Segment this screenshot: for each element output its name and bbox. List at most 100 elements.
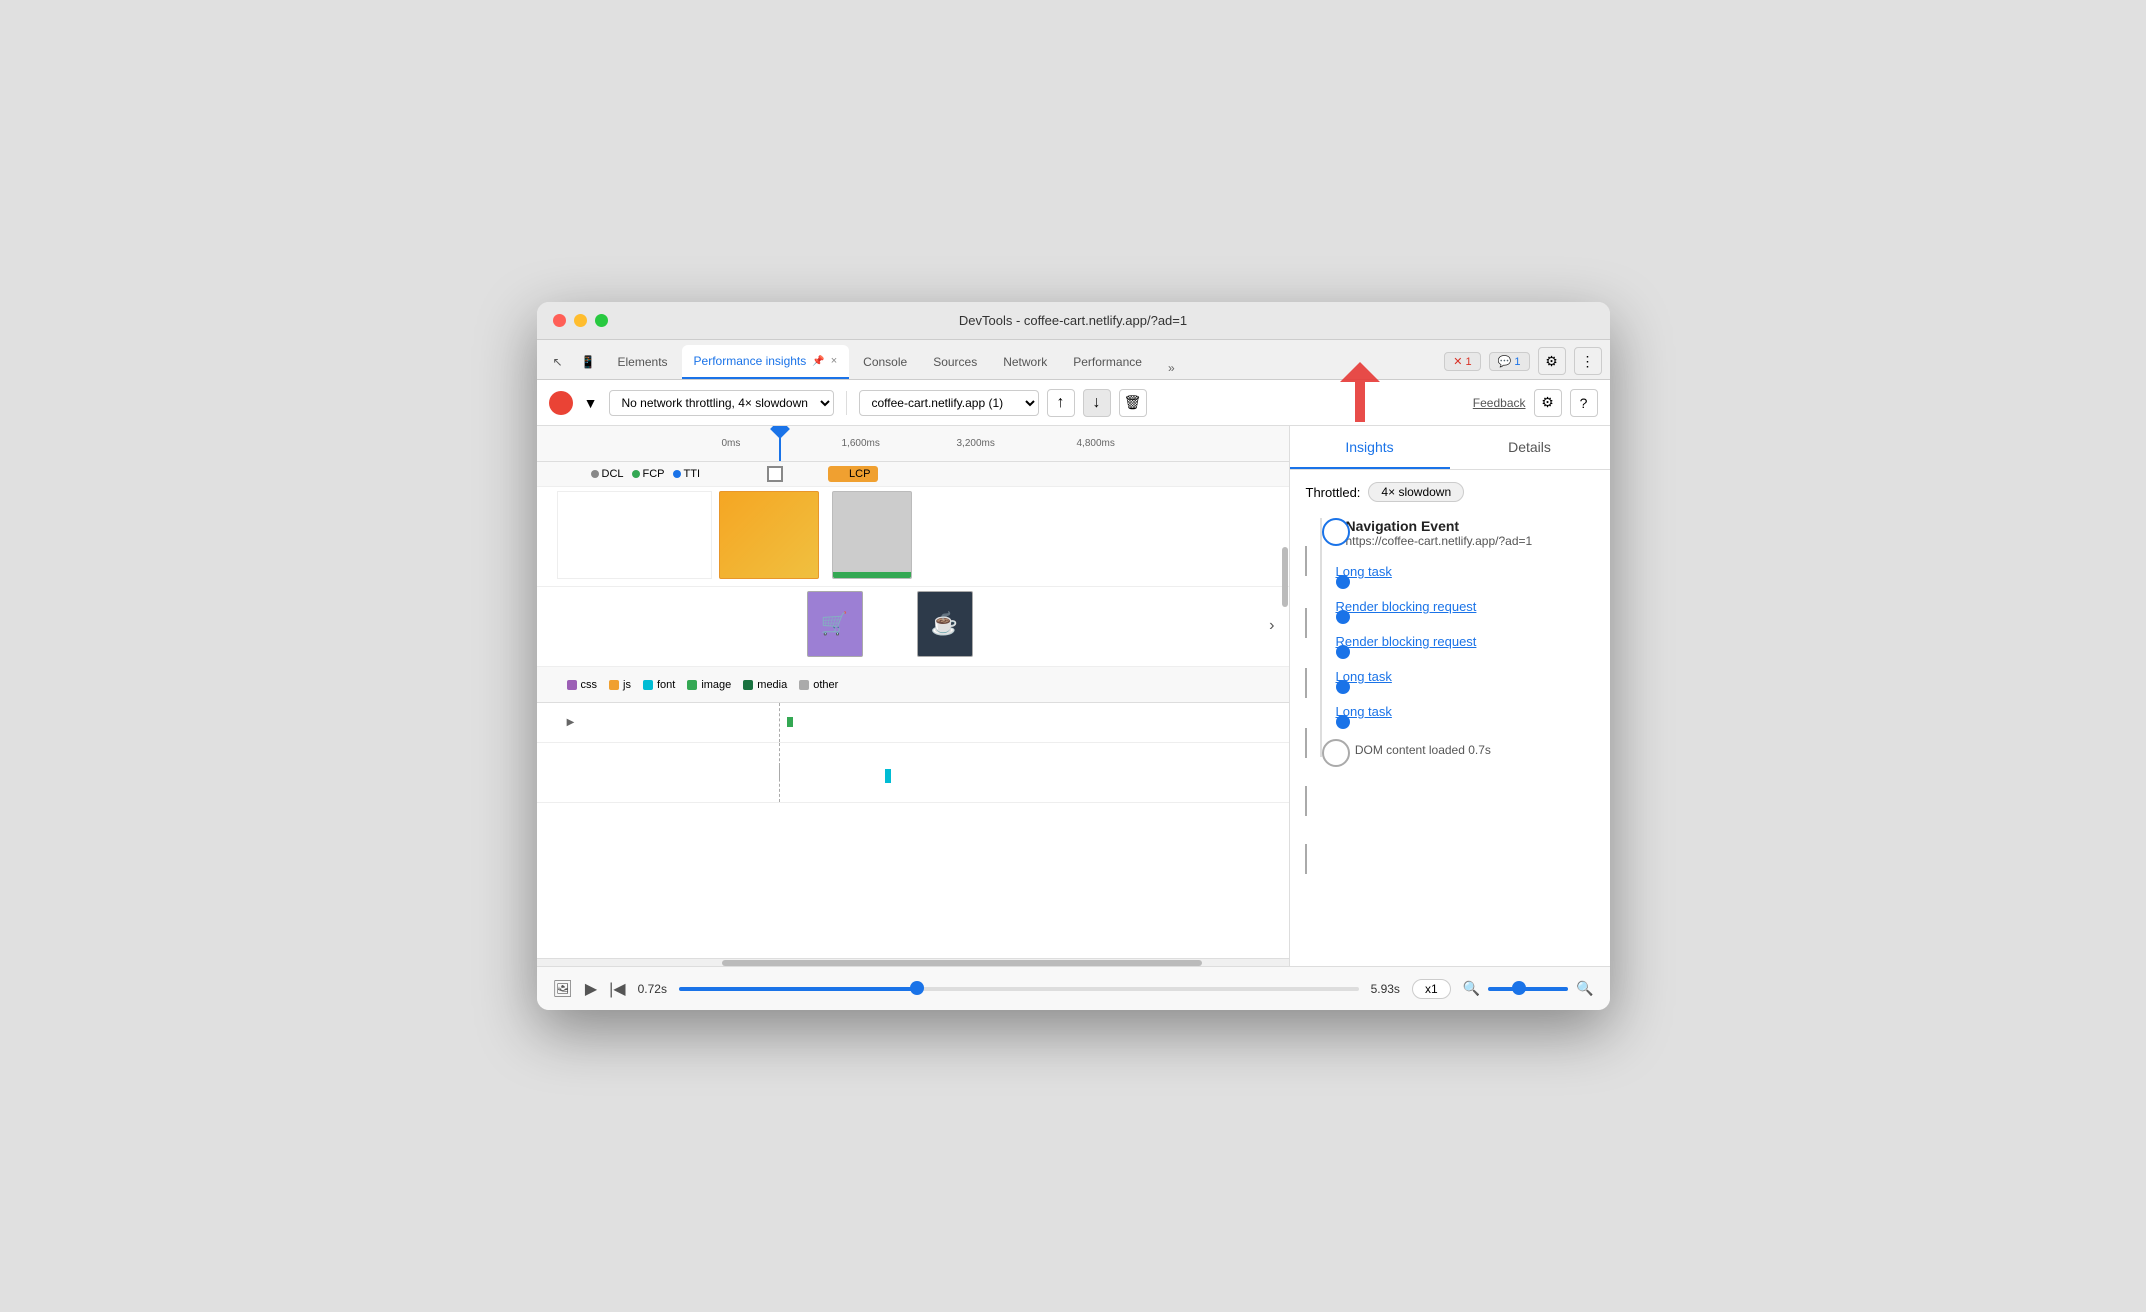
error-badge[interactable]: ✕ 1: [1444, 352, 1480, 371]
step-back-icon[interactable]: |◀: [609, 979, 625, 999]
tab-elements[interactable]: Elements: [606, 345, 680, 379]
timeline-row-main: [537, 487, 1289, 587]
more-options-button[interactable]: ⋮: [1574, 347, 1602, 375]
zoom-slider-thumb[interactable]: [1512, 981, 1526, 995]
minimize-button[interactable]: [574, 314, 587, 327]
throttle-dropdown[interactable]: No network throttling, 4× slowdown: [609, 390, 834, 416]
throttle-label: Throttled:: [1306, 485, 1361, 500]
image-dot: [687, 680, 697, 690]
maximize-button[interactable]: [595, 314, 608, 327]
markers-row: DCL FCP TTI LCP: [537, 462, 1289, 487]
green-stripe: [833, 572, 911, 578]
timeline-scrollbar[interactable]: [537, 958, 1289, 966]
media-label: media: [757, 679, 787, 691]
lcp-label: LCP: [849, 468, 870, 480]
playback-slider[interactable]: [679, 987, 1359, 991]
tab-performance-insights-label: Performance insights: [694, 354, 807, 368]
render-blocking-2-link[interactable]: Render blocking request: [1336, 634, 1477, 649]
screenshot-toggle-icon[interactable]: 🖼: [553, 979, 573, 999]
tab-performance-insights[interactable]: Performance insights 📌 ×: [682, 345, 850, 379]
legend-row: css js font image media: [537, 667, 1289, 703]
bottom-toolbar: 🖼 ▶ |◀ 0.72s 5.93s x1 🔍 🔍: [537, 966, 1610, 1010]
fcp-marker: FCP: [632, 468, 665, 480]
navigation-event: Navigation Event https://coffee-cart.net…: [1336, 518, 1594, 548]
long-task-3-dot: [1336, 715, 1350, 729]
slider-thumb[interactable]: [910, 981, 924, 995]
record-button[interactable]: [549, 391, 573, 415]
net-row-2: [537, 743, 1289, 803]
tab-insights[interactable]: Insights: [1290, 426, 1450, 469]
url-selector[interactable]: coffee-cart.netlify.app (1): [859, 390, 1039, 416]
help-button[interactable]: ?: [1570, 389, 1598, 417]
ruler-1600ms: 1,600ms: [842, 438, 880, 449]
upload-button[interactable]: ↑: [1047, 389, 1075, 417]
render-blocking-1-link[interactable]: Render blocking request: [1336, 599, 1477, 614]
time-start: 0.72s: [638, 982, 667, 996]
message-badge[interactable]: 💬 1: [1489, 352, 1530, 371]
timeline-chevron-right[interactable]: ›: [1269, 617, 1274, 635]
settings-icon-button[interactable]: ⚙: [1538, 347, 1566, 375]
zoom-out-icon[interactable]: 🔍: [1463, 980, 1480, 997]
tab-sources[interactable]: Sources: [921, 345, 989, 379]
zoom-slider[interactable]: [1488, 987, 1568, 991]
tti-marker: TTI: [673, 468, 701, 480]
tab-device-icon[interactable]: 📱: [573, 345, 604, 379]
timeline-needle[interactable]: [779, 426, 781, 461]
other-dot: [799, 680, 809, 690]
settings-gear-button[interactable]: ⚙: [1534, 389, 1562, 417]
connector-6: [1305, 844, 1307, 874]
tab-more-button[interactable]: »: [1160, 357, 1183, 379]
throttle-badge: 4× slowdown: [1368, 482, 1464, 502]
red-arrow-annotation: [1300, 362, 1380, 427]
feedback-link[interactable]: Feedback: [1473, 396, 1526, 410]
error-count: ✕ 1: [1453, 355, 1471, 368]
tab-network-label: Network: [1003, 355, 1047, 369]
delete-button[interactable]: 🗑: [1119, 389, 1147, 417]
tab-sources-label: Sources: [933, 355, 977, 369]
network-rows: ▶: [537, 703, 1289, 958]
tab-console[interactable]: Console: [851, 345, 919, 379]
slider-fill: [679, 987, 917, 991]
connector-5: [1305, 786, 1307, 816]
tab-network[interactable]: Network: [991, 345, 1059, 379]
timeline-ruler: 0ms 1,600ms 3,200ms 4,800ms: [537, 426, 1289, 462]
ruler-4800ms: 4,800ms: [1077, 438, 1115, 449]
title-bar: DevTools - coffee-cart.netlify.app/?ad=1: [537, 302, 1610, 340]
thumbnail-1-icon: 🛒: [821, 611, 848, 637]
tab-performance[interactable]: Performance: [1061, 345, 1154, 379]
throttle-row: Throttled: 4× slowdown: [1306, 482, 1594, 502]
speed-badge[interactable]: x1: [1412, 979, 1451, 999]
legend-js: js: [609, 679, 631, 691]
legend-media: media: [743, 679, 787, 691]
record-dropdown[interactable]: ▼: [581, 389, 601, 417]
js-label: js: [623, 679, 631, 691]
traffic-lights: [553, 314, 608, 327]
net-row-1-expand[interactable]: ▶: [561, 703, 581, 742]
close-button[interactable]: [553, 314, 566, 327]
js-dot: [609, 680, 619, 690]
long-task-2: Long task: [1336, 669, 1594, 684]
net-line-v: [779, 763, 780, 779]
render-blocking-2-dot: [1336, 645, 1350, 659]
dom-loaded: DOM content loaded 0.7s: [1336, 739, 1594, 757]
tab-cursor-icon[interactable]: ↖: [545, 345, 571, 379]
zoom-in-icon[interactable]: 🔍: [1576, 980, 1593, 997]
net-row-1: ▶: [537, 703, 1289, 743]
ruler-3200ms: 3,200ms: [957, 438, 995, 449]
download-button[interactable]: ↓: [1083, 389, 1111, 417]
dcl-marker: DCL: [591, 468, 624, 480]
tab-details[interactable]: Details: [1450, 426, 1610, 469]
play-icon[interactable]: ▶: [585, 979, 597, 999]
tab-bar: ↖ 📱 Elements Performance insights 📌 × Co…: [537, 340, 1610, 380]
row-expand-main[interactable]: [537, 487, 557, 586]
tab-close-icon[interactable]: ×: [831, 355, 837, 367]
legend-other: other: [799, 679, 838, 691]
needle-head: [770, 426, 790, 439]
row-expand-thumbs[interactable]: [561, 587, 581, 666]
tab-insights-label: Insights: [1345, 439, 1393, 455]
row-content-main: [557, 487, 1281, 586]
css-dot: [567, 680, 577, 690]
nav-event-text: Navigation Event https://coffee-cart.net…: [1346, 518, 1533, 548]
dashed-line-1: [779, 703, 780, 742]
device-icon: 📱: [581, 355, 596, 369]
